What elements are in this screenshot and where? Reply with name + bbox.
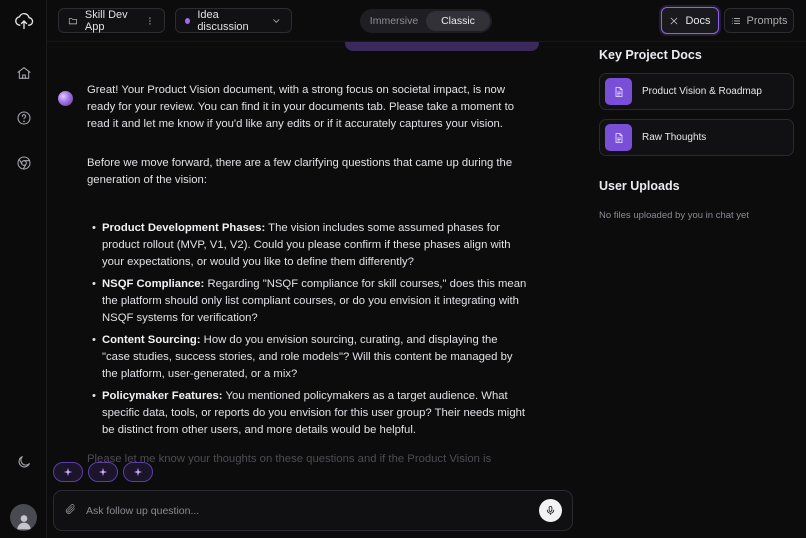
doc-card-label: Product Vision & Roadmap [642, 86, 762, 97]
classic-mode-option[interactable]: Classic [426, 11, 490, 31]
quick-action-chips [53, 462, 153, 482]
session-label: Idea discussion [197, 8, 249, 33]
user-avatar[interactable] [10, 504, 37, 531]
view-mode-toggle: Immersive Classic [360, 9, 492, 33]
list-icon [731, 17, 740, 24]
follow-up-input[interactable] [86, 504, 539, 517]
document-icon [605, 124, 632, 151]
prompts-button-label: Prompts [746, 14, 788, 27]
docs-button-label: Docs [685, 14, 711, 27]
chrome-icon[interactable] [13, 152, 35, 174]
quick-action-chip[interactable] [123, 462, 153, 482]
project-selector[interactable]: Skill Dev App [58, 8, 165, 33]
sparkle-icon [63, 467, 73, 477]
user-icon [16, 515, 31, 530]
key-docs-heading: Key Project Docs [599, 48, 702, 62]
assistant-message: Great! Your Product Vision document, wit… [87, 82, 527, 468]
microphone-icon [546, 505, 555, 516]
doc-card-product-vision[interactable]: Product Vision & Roadmap [599, 73, 794, 110]
quick-action-chip[interactable] [88, 462, 118, 482]
chevron-down-icon [273, 18, 280, 23]
prompts-button[interactable]: Prompts [724, 8, 794, 33]
microphone-button[interactable] [539, 499, 562, 522]
message-paragraph: Great! Your Product Vision document, wit… [87, 84, 515, 130]
dark-mode-icon[interactable] [13, 451, 35, 473]
question-title: Product Development Phases: [102, 222, 266, 234]
left-rail [0, 0, 47, 538]
uploads-empty-state: No files uploaded by you in chat yet [599, 210, 749, 221]
attach-icon[interactable] [64, 502, 76, 520]
composer [53, 490, 573, 531]
help-icon[interactable] [13, 107, 35, 129]
sparkle-icon [98, 467, 108, 477]
doc-card-label: Raw Thoughts [642, 132, 707, 143]
session-status-dot [185, 17, 191, 24]
list-item: NSQF Compliance: Regarding "NSQF complia… [92, 276, 527, 327]
docs-button[interactable]: Docs [661, 7, 719, 34]
home-icon[interactable] [13, 62, 35, 84]
quick-action-chip[interactable] [53, 462, 83, 482]
list-item: Content Sourcing: How do you envision so… [92, 332, 527, 383]
sparkle-icon [133, 467, 143, 477]
document-icon [605, 78, 632, 105]
question-title: NSQF Compliance: [102, 278, 205, 290]
message-trailing-text: Please let me know your thoughts on thes… [87, 453, 492, 465]
questions-list: Product Development Phases: The vision i… [87, 220, 527, 439]
more-vertical-icon[interactable] [145, 15, 155, 27]
immersive-mode-option[interactable]: Immersive [362, 11, 426, 31]
app-logo-icon[interactable] [13, 10, 35, 32]
user-uploads-heading: User Uploads [599, 179, 680, 193]
question-title: Policymaker Features: [102, 390, 223, 402]
list-item: Policymaker Features: You mentioned poli… [92, 388, 527, 439]
user-message-bubble [345, 42, 539, 51]
session-dropdown[interactable]: Idea discussion [175, 8, 292, 33]
list-item: Product Development Phases: The vision i… [92, 220, 527, 271]
project-label: Skill Dev App [84, 8, 128, 33]
assistant-avatar [58, 91, 73, 106]
close-icon [671, 17, 678, 24]
doc-card-raw-thoughts[interactable]: Raw Thoughts [599, 119, 794, 156]
top-bar: Skill Dev App Idea discussion Immersive … [47, 0, 806, 42]
message-paragraph: Before we move forward, there are a few … [87, 157, 513, 186]
folder-icon [68, 17, 77, 24]
question-title: Content Sourcing: [102, 334, 201, 346]
